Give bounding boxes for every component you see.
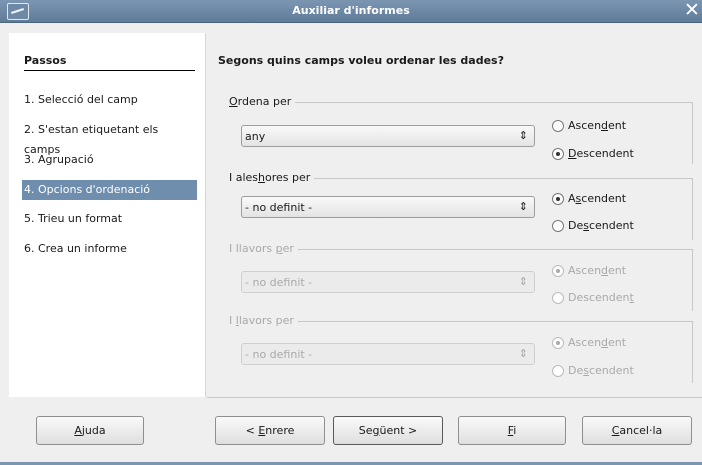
descending-radio-1[interactable]: Descendent xyxy=(552,147,634,161)
ascending-radio-3[interactable]: Ascendent xyxy=(552,264,626,278)
step-item[interactable]: 2. S'estan etiquetant els camps xyxy=(24,120,196,156)
radio-icon xyxy=(552,220,564,232)
steps-pane: Passos 1. Selecció del camp 2. S'estan e… xyxy=(9,33,206,397)
window-title: Auxiliar d'informes xyxy=(292,4,410,17)
step-item[interactable]: 3. Agrupació xyxy=(24,150,196,170)
radio-icon xyxy=(552,365,564,377)
descending-radio-4[interactable]: Descendent xyxy=(552,364,634,378)
step-item[interactable]: 6. Crea un informe xyxy=(24,239,196,259)
sort-group-label-3: I llavors per xyxy=(229,242,298,255)
cancel-button[interactable]: Cancel·la xyxy=(582,416,692,445)
close-icon[interactable]: ✕ xyxy=(682,1,702,21)
report-wizard-window: Auxiliar d'informes ✕ Passos 1. Selecció… xyxy=(0,0,702,465)
ascending-radio-4[interactable]: Ascendent xyxy=(552,336,626,350)
button-bar-divider xyxy=(207,397,702,398)
sort-field-select-4[interactable]: - no definit - ⇕ xyxy=(241,343,535,365)
radio-icon xyxy=(552,120,564,132)
spin-arrows-icon: ⇕ xyxy=(518,129,528,142)
descending-radio-2[interactable]: Descendent xyxy=(552,219,634,233)
page-heading: Segons quins camps voleu ordenar les dad… xyxy=(218,54,504,67)
ascending-radio-1[interactable]: Ascendent xyxy=(552,119,626,133)
radio-selected-icon xyxy=(552,193,564,205)
step-item-active[interactable]: 4. Opcions d'ordenació xyxy=(22,180,197,200)
group-border xyxy=(229,321,693,322)
step-item[interactable]: 5. Trieu un format xyxy=(24,209,196,229)
step-item[interactable]: 1. Selecció del camp xyxy=(24,90,196,110)
sort-field-select-2[interactable]: - no definit - ⇕ xyxy=(241,196,535,218)
spin-arrows-icon: ⇕ xyxy=(518,200,528,213)
radio-selected-icon xyxy=(552,337,564,349)
back-button[interactable]: < Enrere xyxy=(215,416,325,445)
steps-divider xyxy=(24,70,195,71)
sort-field-select-3[interactable]: - no definit - ⇕ xyxy=(241,271,535,293)
sort-group-label-1: Ordena per xyxy=(229,95,296,108)
title-bar[interactable]: Auxiliar d'informes ✕ xyxy=(0,0,702,23)
group-border xyxy=(229,249,693,250)
radio-selected-icon xyxy=(552,265,564,277)
next-button[interactable]: Següent > xyxy=(333,416,443,445)
sort-field-select-1[interactable]: any ⇕ xyxy=(241,125,535,147)
spin-arrows-icon: ⇕ xyxy=(518,275,528,288)
group-border-right xyxy=(692,321,693,383)
group-border-right xyxy=(692,178,693,240)
spin-arrows-icon: ⇕ xyxy=(518,347,528,360)
ascending-radio-2[interactable]: Ascendent xyxy=(552,192,626,206)
finish-button[interactable]: Fi xyxy=(458,416,566,445)
group-border-right xyxy=(692,102,693,164)
group-border xyxy=(229,102,693,103)
steps-heading: Passos xyxy=(24,54,67,67)
radio-icon xyxy=(552,292,564,304)
descending-radio-3[interactable]: Descendent xyxy=(552,291,634,305)
help-button[interactable]: Ajuda xyxy=(36,416,144,445)
sort-group-label-2: I aleshores per xyxy=(229,171,315,184)
group-border-right xyxy=(692,249,693,311)
sort-group-label-4: I llavors per xyxy=(229,314,298,327)
radio-selected-icon xyxy=(552,148,564,160)
